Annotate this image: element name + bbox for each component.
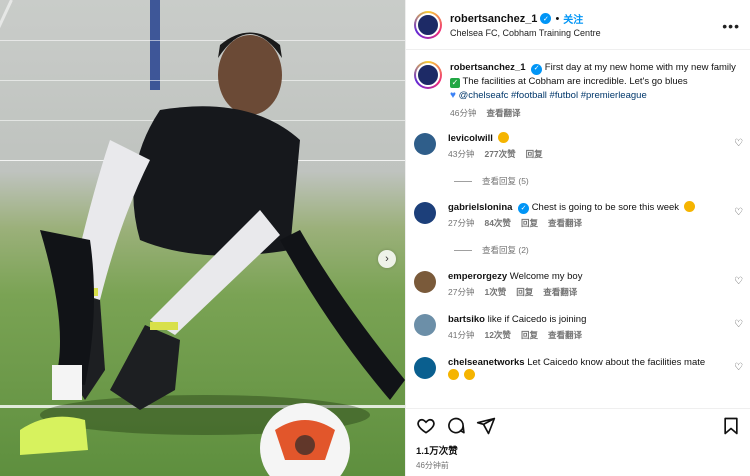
emoji-icon	[497, 132, 509, 143]
post-actions: 1.1万次赞 46分钟前	[406, 408, 750, 476]
comment-text: Let Caicedo know about the facilities ma…	[527, 357, 706, 368]
comment-text: like if Caicedo is joining	[487, 314, 587, 325]
follow-button[interactable]: 关注	[563, 11, 583, 26]
commenter-avatar[interactable]	[414, 357, 436, 379]
verified-icon: ✓	[518, 203, 530, 214]
heart-icon[interactable]: ♡	[734, 276, 743, 287]
commenter-avatar[interactable]	[414, 271, 436, 293]
comment-item: emperorgezy Welcome my boy 27分钟 1次赞 回复 查…	[406, 270, 750, 299]
separator-dot: •	[555, 12, 560, 25]
comment-username[interactable]: gabrielslonina	[448, 202, 512, 213]
post-sidebar: robertsanchez_1 ✓ • 关注 Chelsea FC, Cobha…	[405, 0, 750, 476]
check-emoji-icon: ✓	[450, 78, 460, 88]
comment-reply-button[interactable]: 回复	[521, 329, 538, 342]
heart-icon[interactable]: ♡	[734, 362, 743, 373]
heart-icon[interactable]	[416, 416, 436, 436]
comment-likes[interactable]: 277次赞	[484, 148, 515, 161]
comment-translate-link[interactable]: 查看翻译	[548, 217, 582, 230]
caption-translate-link[interactable]: 查看翻译	[486, 106, 520, 120]
bookmark-icon[interactable]	[721, 416, 741, 436]
emoji-icon	[683, 201, 695, 212]
comment-item: levicolwill 43分钟 277次赞 回复 ♡	[406, 132, 750, 161]
emoji-icon	[448, 369, 459, 380]
next-image-button[interactable]: ›	[378, 250, 396, 268]
comment-time: 41分钟	[448, 330, 475, 340]
comment-text: Chest is going to be sore this week	[531, 202, 680, 213]
goalkeeper-figure	[20, 32, 405, 476]
post-time: 46分钟前	[416, 461, 449, 470]
replies-line	[454, 180, 472, 182]
comment-item: bartsiko like if Caicedo is joining 41分钟…	[406, 313, 750, 342]
comment-reply-button[interactable]: 回复	[526, 148, 543, 161]
comment-item: gabrielslonina ✓ Chest is going to be so…	[406, 201, 750, 230]
post-location[interactable]: Chelsea FC, Cobham Training Centre	[450, 28, 601, 38]
commenter-avatar[interactable]	[414, 133, 436, 155]
comment-icon[interactable]	[446, 416, 466, 436]
more-options-icon[interactable]: •••	[722, 18, 740, 34]
chevron-right-icon: ›	[385, 253, 389, 265]
share-icon[interactable]	[476, 416, 496, 436]
verified-icon: ✓	[531, 63, 543, 75]
likes-count[interactable]: 1.1万次赞	[406, 443, 750, 457]
comment-username[interactable]: chelseanetworks	[448, 357, 525, 368]
view-replies-button[interactable]: 查看回复 (5)	[406, 175, 750, 187]
caption-text-1: First day at my new home with my new fam…	[544, 62, 736, 73]
comment-translate-link[interactable]: 查看翻译	[543, 286, 577, 299]
comment-username[interactable]: bartsiko	[448, 314, 485, 325]
comment-translate-link[interactable]: 查看翻译	[548, 329, 582, 342]
caption-username[interactable]: robertsanchez_1	[450, 62, 526, 73]
view-replies-button[interactable]: 查看回复 (2)	[406, 244, 750, 256]
comment-item: chelseanetworks Let Caicedo know about t…	[406, 356, 750, 382]
post-photo: ›	[0, 0, 405, 476]
comment-username[interactable]: emperorgezy	[448, 271, 507, 282]
caption-time: 46分钟	[450, 108, 477, 118]
commenter-avatar[interactable]	[414, 314, 436, 336]
post-header: robertsanchez_1 ✓ • 关注 Chelsea FC, Cobha…	[406, 0, 750, 50]
post-caption: robertsanchez_1 ✓ First day at my new ho…	[406, 51, 750, 126]
comment-username[interactable]: levicolwill	[448, 133, 493, 144]
comment-time: 43分钟	[448, 149, 475, 159]
heart-icon[interactable]: ♡	[734, 138, 743, 149]
comment-time: 27分钟	[448, 287, 475, 297]
blue-heart-icon: ♥	[450, 90, 456, 101]
comment-time: 27分钟	[448, 218, 475, 228]
commenter-avatar[interactable]	[414, 202, 436, 224]
comment-text: Welcome my boy	[509, 271, 583, 282]
heart-icon[interactable]: ♡	[734, 319, 743, 330]
comment-likes[interactable]: 12次赞	[484, 329, 510, 342]
author-avatar[interactable]	[414, 10, 442, 39]
comment-reply-button[interactable]: 回复	[516, 286, 533, 299]
emoji-icon	[463, 369, 475, 380]
heart-icon[interactable]: ♡	[734, 207, 743, 218]
view-replies-label: 查看回复 (5)	[482, 176, 529, 186]
caption-avatar[interactable]	[414, 61, 442, 89]
author-username[interactable]: robertsanchez_1	[450, 13, 537, 25]
verified-icon: ✓	[540, 13, 552, 24]
comment-reply-button[interactable]: 回复	[521, 217, 538, 230]
caption-text-2: The facilities at Cobham are incredible.…	[462, 76, 688, 87]
view-replies-label: 查看回复 (2)	[482, 245, 529, 255]
caption-tags[interactable]: @chelseafc #football #futbol #premierlea…	[459, 90, 647, 101]
comment-likes[interactable]: 84次赞	[484, 217, 510, 230]
comment-likes[interactable]: 1次赞	[484, 286, 506, 299]
replies-line	[454, 249, 472, 251]
comments-list[interactable]: robertsanchez_1 ✓ First day at my new ho…	[406, 51, 750, 408]
